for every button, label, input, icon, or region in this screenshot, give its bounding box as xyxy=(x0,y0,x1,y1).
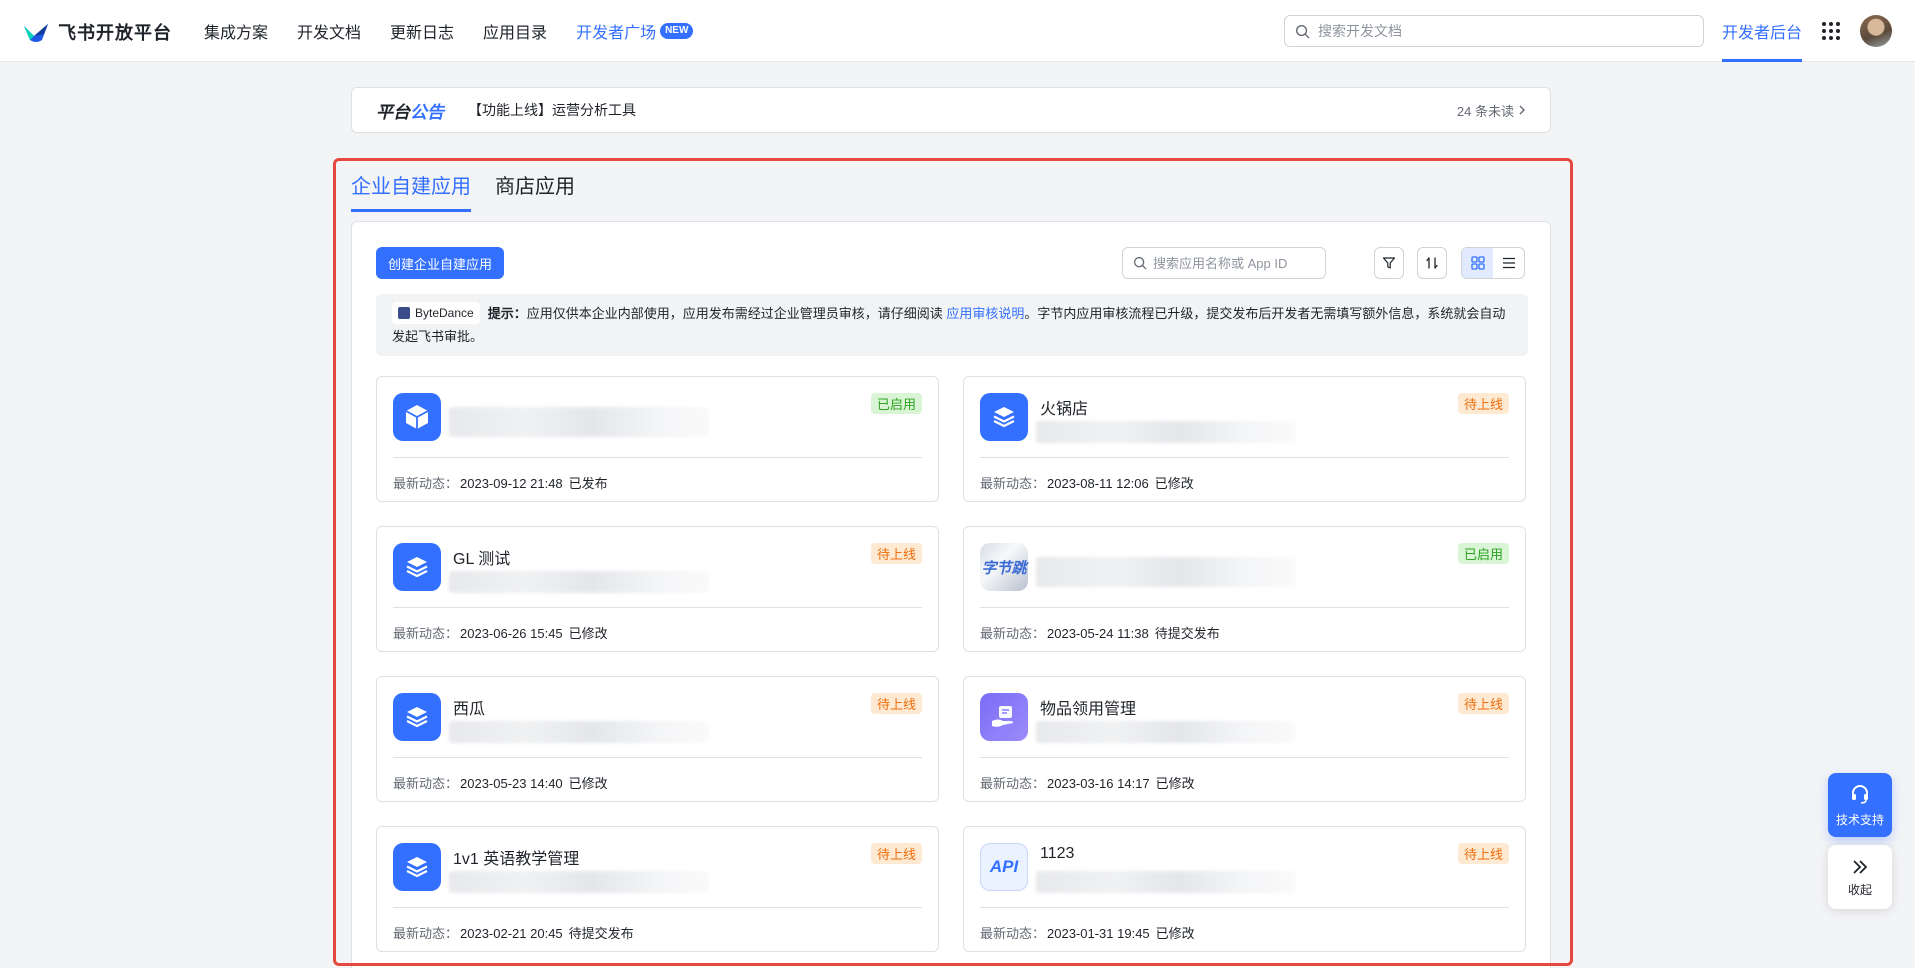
active-indicator xyxy=(1722,59,1802,62)
main-nav: 集成方案 开发文档 更新日志 应用目录 开发者广场 NEW xyxy=(204,0,694,62)
feishu-logo-icon xyxy=(22,20,50,44)
announcement-text[interactable]: 【功能上线】运营分析工具 xyxy=(468,100,636,120)
nav-integration[interactable]: 集成方案 xyxy=(204,19,268,43)
apps-grid-icon[interactable] xyxy=(1822,22,1840,40)
unread-count: 24 条未读 xyxy=(1456,103,1514,119)
headset-icon xyxy=(1852,784,1868,804)
highlight-frame xyxy=(333,158,1573,966)
new-badge: NEW xyxy=(660,23,694,39)
top-navigation-bar: 飞书开放平台 集成方案 开发文档 更新日志 应用目录 开发者广场 NEW 开发者… xyxy=(0,0,1915,62)
nav-app-directory[interactable]: 应用目录 xyxy=(483,19,547,43)
brand-name: 飞书开放平台 xyxy=(58,23,172,43)
double-chevron-right-icon xyxy=(1853,859,1868,874)
tech-support-button[interactable]: 技术支持 xyxy=(1828,773,1892,837)
tech-support-label: 技术支持 xyxy=(1835,812,1884,827)
announcement-title: 平台公告 xyxy=(376,102,444,122)
collapse-label: 收起 xyxy=(1847,882,1872,897)
developer-console-link[interactable]: 开发者后台 xyxy=(1722,0,1802,62)
nav-developer-square[interactable]: 开发者广场 NEW xyxy=(576,19,694,43)
unread-count-link[interactable]: 24 条未读 xyxy=(1457,101,1526,120)
collapse-button[interactable]: 收起 xyxy=(1828,845,1892,909)
doc-search-input[interactable] xyxy=(1318,23,1703,39)
chevron-right-icon xyxy=(1519,105,1525,115)
nav-changelog[interactable]: 更新日志 xyxy=(390,19,454,43)
brand-logo[interactable]: 飞书开放平台 xyxy=(22,19,172,45)
nav-docs[interactable]: 开发文档 xyxy=(297,19,361,43)
search-icon xyxy=(1295,24,1310,38)
doc-search-box[interactable] xyxy=(1284,15,1704,47)
platform-announcement[interactable]: 平台公告 【功能上线】运营分析工具 24 条未读 xyxy=(351,87,1551,133)
nav-developer-square-label: 开发者广场 xyxy=(576,25,657,42)
user-avatar[interactable] xyxy=(1860,15,1892,47)
